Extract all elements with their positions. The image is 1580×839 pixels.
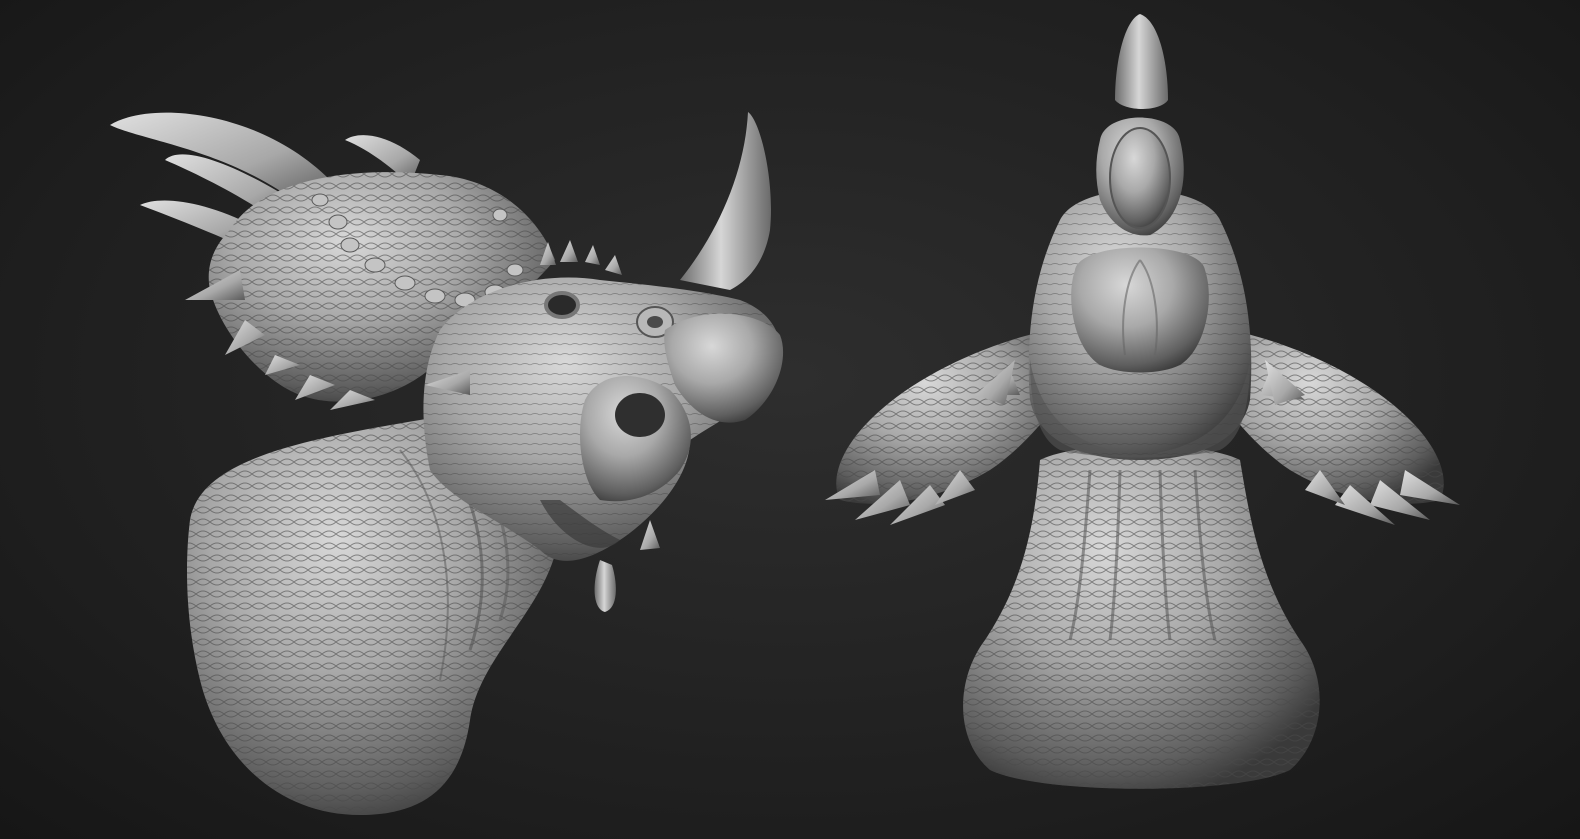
render-viewport: [0, 0, 1580, 839]
brow-horn: [680, 112, 771, 290]
sculpt-render-canvas: [110, 14, 1460, 815]
brow-horn: [1115, 14, 1168, 109]
eye: [544, 291, 580, 319]
triceratops-bust-three-quarter-view: [110, 112, 784, 815]
triceratops-bust-front-view: [825, 14, 1460, 789]
lower-beak: [1071, 247, 1209, 373]
